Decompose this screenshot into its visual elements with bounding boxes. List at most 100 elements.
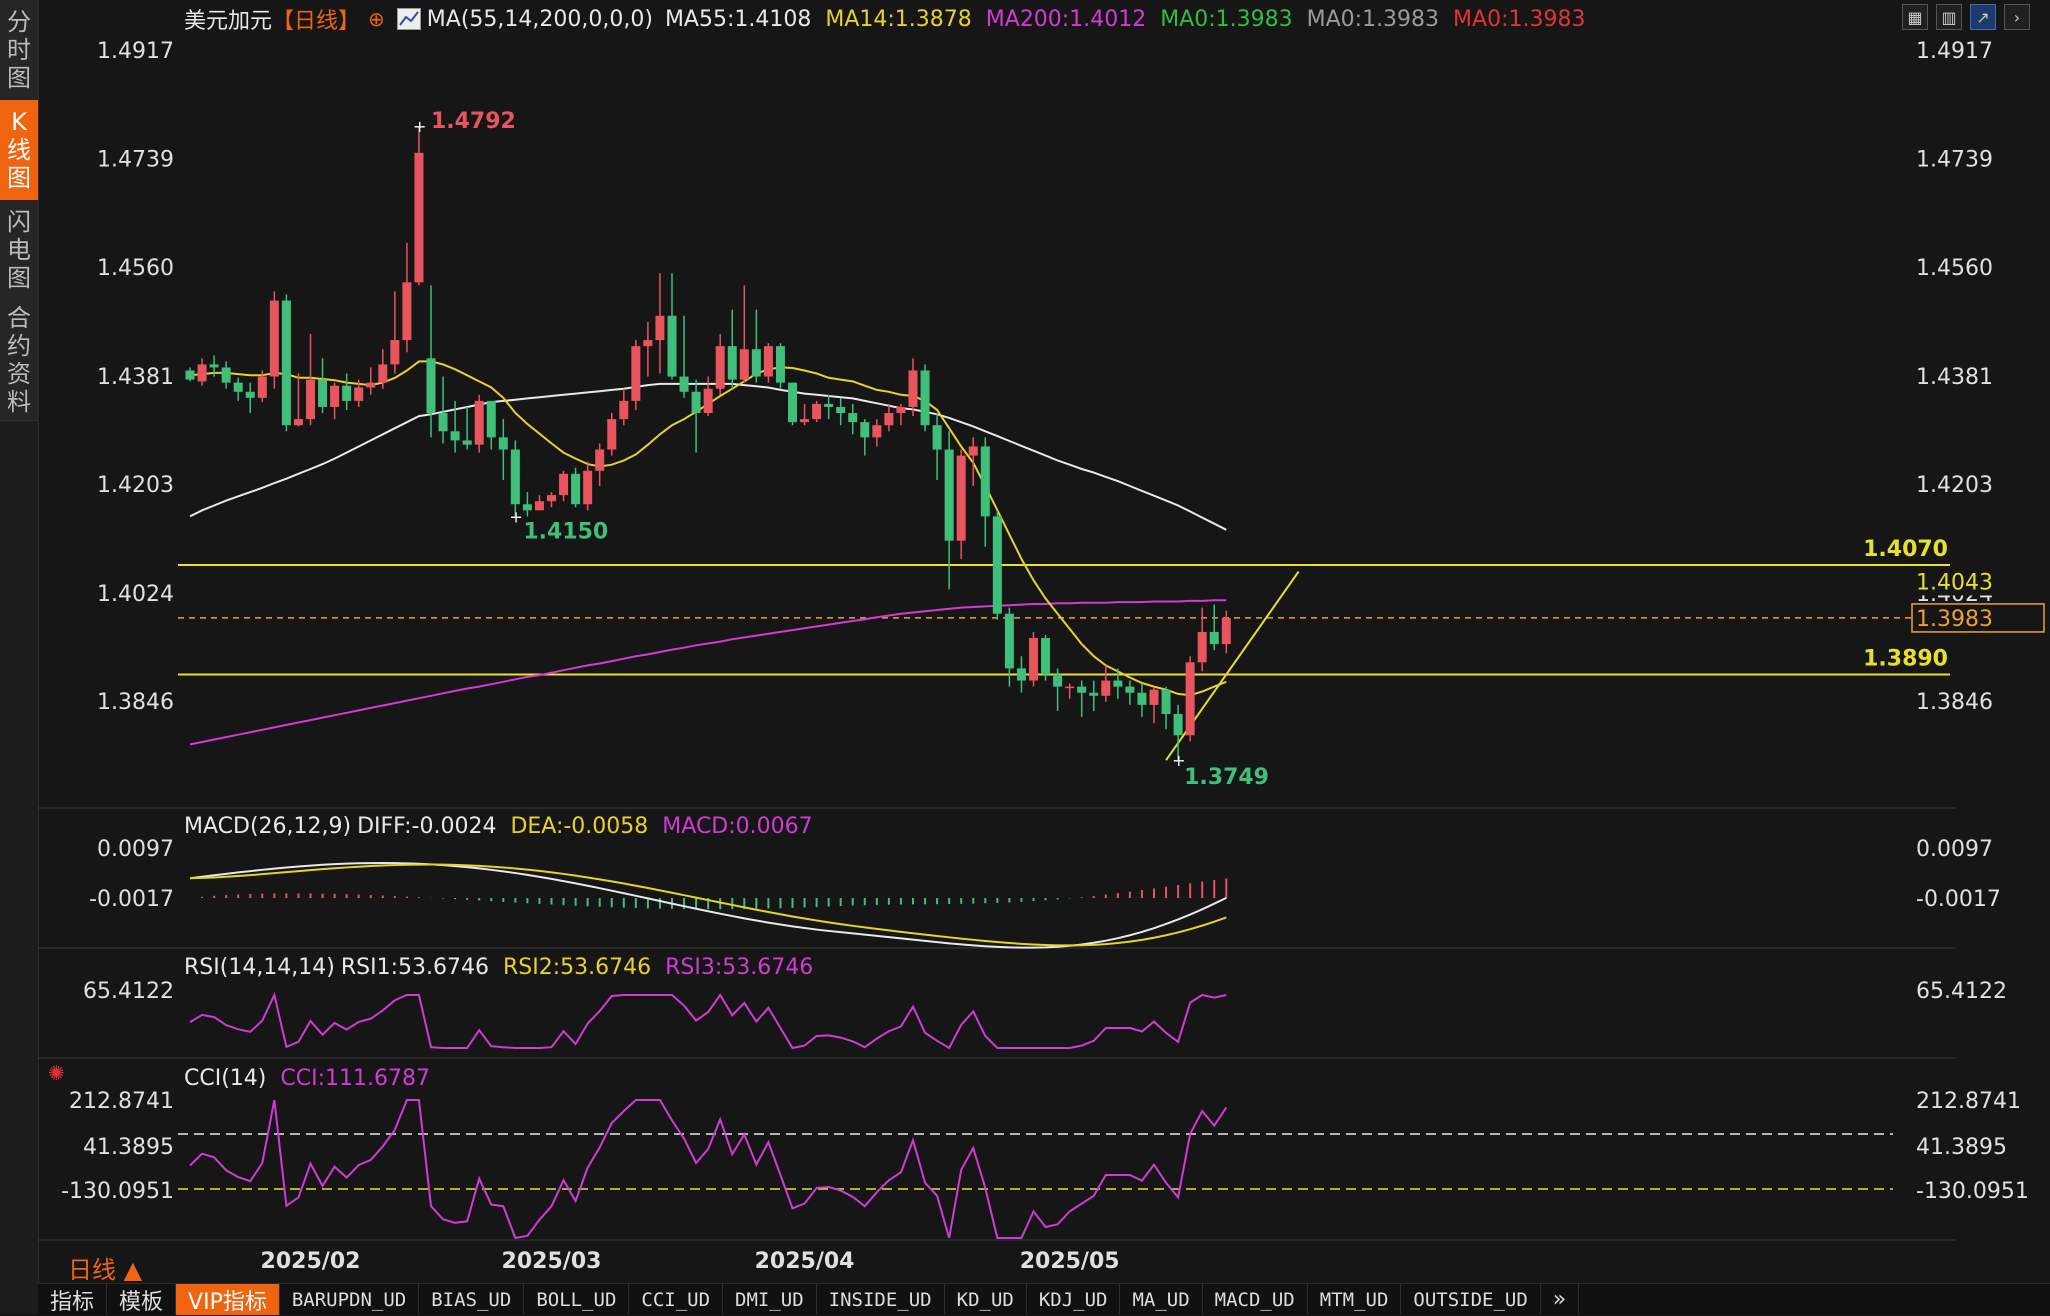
candle-body — [920, 370, 930, 426]
ma-value-0: MA55:1.4108 — [664, 6, 812, 32]
candle-body — [318, 379, 328, 407]
bar-chart-icon[interactable]: ▥ — [1936, 4, 1962, 30]
candle-body — [245, 391, 255, 398]
candle-body — [1161, 689, 1171, 714]
bottom-tab-2[interactable]: VIP指标 — [176, 1284, 280, 1315]
sidebar-tab-char: 图 — [7, 164, 31, 192]
candle-body — [739, 349, 749, 380]
bottom-tab-5[interactable]: BOLL_UD — [524, 1284, 630, 1315]
rsi1-value: RSI1:53.6746 — [340, 955, 489, 980]
low-marker-a: + — [509, 507, 522, 526]
rsi3-value: RSI3:53.6746 — [665, 955, 814, 980]
ma-value-5: MA0:1.3983 — [1453, 6, 1586, 32]
sidebar-tab-char: 约 — [7, 332, 31, 360]
macd-legend: MACD(26,12,9) DIFF:-0.0024 DEA:-0.0058 M… — [184, 814, 813, 839]
macd-tick-left: 0.0097 — [97, 837, 174, 862]
candle-body — [1016, 668, 1026, 681]
chevron-right-icon[interactable]: › — [2004, 4, 2030, 30]
sidebar-tab-1[interactable]: K线图 — [0, 100, 38, 201]
price-tick-right: 1.4560 — [1916, 256, 1993, 281]
candle-body — [788, 382, 797, 423]
period-button[interactable]: 日线 ▲ — [68, 1250, 142, 1285]
bottom-tab-8[interactable]: INSIDE_UD — [817, 1284, 945, 1315]
bottom-tab-13[interactable]: MTM_UD — [1308, 1284, 1402, 1315]
bottom-tab-6[interactable]: CCI_UD — [629, 1284, 724, 1315]
candle-body — [1041, 638, 1051, 675]
sidebar-tab-3[interactable]: 合约资料 — [0, 300, 38, 421]
crosshair-icon[interactable]: ⊕ — [368, 7, 385, 31]
candle-body — [1089, 692, 1099, 696]
cci-tick-right: -130.0951 — [1916, 1179, 2029, 1204]
candle-body — [281, 300, 291, 426]
candle-body — [1125, 686, 1135, 693]
bottom-tab-12[interactable]: MACD_UD — [1203, 1284, 1308, 1315]
main-legend: 美元加元 【日线】 ⊕ MA(55,14,200,0,0,0) MA55:1.4… — [184, 4, 1586, 35]
candle-body — [293, 419, 303, 426]
low-annotation-b: 1.3749 — [1184, 765, 1269, 790]
ma-value-3: MA0:1.3983 — [1160, 6, 1293, 32]
candle-body — [631, 346, 641, 401]
ma-value-4: MA0:1.3983 — [1306, 6, 1440, 32]
candle-body — [703, 388, 713, 414]
candle-body — [1077, 686, 1087, 693]
bottom-tab-14[interactable]: OUTSIDE_UD — [1401, 1284, 1541, 1315]
bottom-tab-0[interactable]: 指标 — [38, 1284, 108, 1315]
bottom-tab-10[interactable]: KDJ_UD — [1027, 1284, 1121, 1315]
chart-type-icon[interactable] — [396, 8, 421, 30]
candle-body — [872, 425, 882, 438]
candle-body — [896, 406, 906, 414]
time-tick: 2025/03 — [502, 1249, 602, 1270]
cci-legend: CCI(14) CCI:111.6787 — [184, 1066, 430, 1091]
price-tick-right: 1.4917 — [1916, 39, 1993, 64]
sidebar: 分时图K线图闪电图合约资料 — [0, 0, 39, 1314]
macd-value: MACD:0.0067 — [662, 814, 813, 839]
candle-body — [812, 403, 822, 420]
candle-body — [763, 346, 773, 377]
bottom-tab-1[interactable]: 模板 — [107, 1284, 177, 1315]
rsi-tick-right: 65.4122 — [1916, 979, 2007, 1004]
cci-value: CCI:111.6787 — [280, 1066, 430, 1091]
trend-icon[interactable]: ↗ — [1970, 4, 1996, 30]
last-price-tag: 1.3983 — [1916, 607, 1993, 632]
sidebar-tab-char: 图 — [7, 264, 31, 292]
price-tick-left: 1.4381 — [97, 365, 174, 390]
candle-body — [655, 315, 665, 341]
candle-body — [342, 385, 352, 401]
candle-body — [667, 315, 677, 377]
candle-body — [330, 385, 340, 407]
bottom-tab-9[interactable]: KD_UD — [945, 1284, 1027, 1315]
price-tick-right: 1.4739 — [1916, 147, 1993, 172]
settings-icon[interactable]: ✺ — [48, 1063, 66, 1083]
sidebar-tab-0[interactable]: 分时图 — [0, 0, 38, 101]
sidebar-tab-char: 闪 — [7, 208, 31, 236]
bottom-tab-11[interactable]: MA_UD — [1120, 1284, 1203, 1315]
bottom-tab-15[interactable]: » — [1541, 1284, 1580, 1315]
macd-tick-right: -0.0017 — [1916, 887, 2001, 912]
price-tick-left: 1.4203 — [97, 473, 174, 498]
candle-body — [366, 382, 376, 388]
high-marker: + — [413, 117, 426, 136]
hline-label-1: 1.3890 — [1863, 646, 1948, 671]
candle-body — [306, 379, 315, 420]
candle-body — [426, 358, 436, 414]
candle-body — [595, 449, 605, 471]
sidebar-tab-2[interactable]: 闪电图 — [0, 200, 38, 301]
candle-body — [209, 364, 219, 368]
candle-body — [992, 516, 1002, 614]
bottom-tab-7[interactable]: DMI_UD — [723, 1284, 817, 1315]
candle-body — [257, 376, 267, 398]
candle-body — [860, 422, 870, 438]
grid-icon[interactable]: ▦ — [1902, 4, 1928, 30]
macd-tick-right: 0.0097 — [1916, 837, 1993, 862]
candle-body — [836, 406, 846, 414]
time-tick: 2025/05 — [1020, 1249, 1120, 1270]
candle-body — [197, 364, 207, 382]
bottom-tab-4[interactable]: BIAS_UD — [419, 1284, 525, 1315]
price-tick-left: 1.4917 — [97, 39, 174, 64]
candle-body — [1209, 631, 1219, 645]
sidebar-tab-char: 电 — [7, 236, 31, 264]
candle-body — [715, 346, 725, 389]
candle-body — [944, 449, 954, 541]
bottom-tab-3[interactable]: BARUPDN_UD — [280, 1284, 420, 1315]
ma200-line — [189, 599, 1227, 746]
